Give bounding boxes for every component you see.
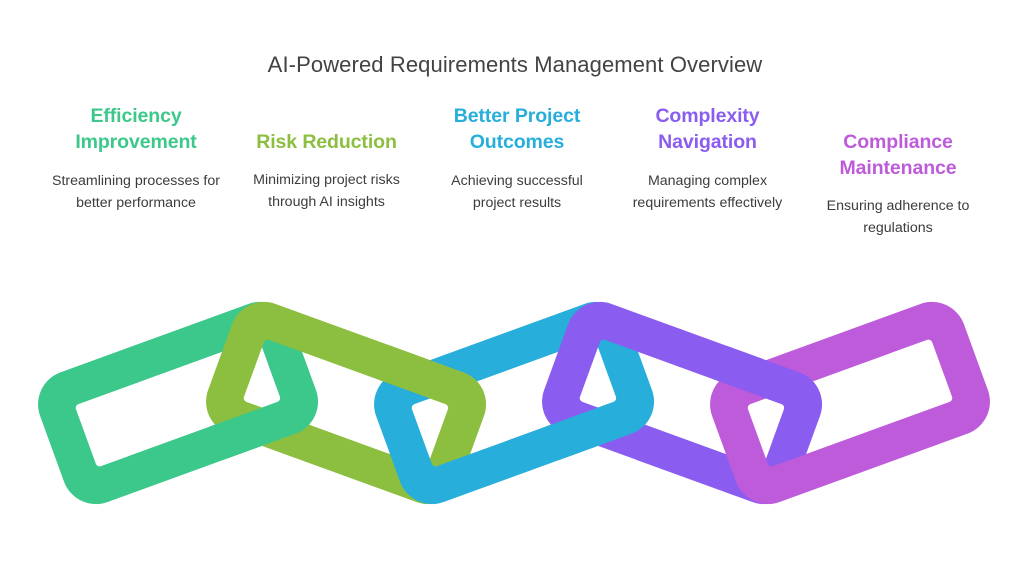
column-description: Ensuring adherence to regulations (826, 197, 970, 237)
column-heading: Better Project Outcomes (453, 105, 581, 153)
infographic-canvas: AI-Powered Requirements Management Overv… (0, 0, 1030, 582)
column-description: Minimizing project risks through AI insi… (253, 171, 400, 211)
column-description: Achieving successful project results (451, 172, 583, 212)
column-heading: Efficiency Improvement (75, 105, 197, 153)
feature-column-efficiency-improvement: Efficiency Improvement Streamlining proc… (48, 104, 224, 215)
feature-column-complexity-navigation: Complexity Navigation Managing complex r… (620, 104, 796, 215)
column-heading: Compliance Maintenance (839, 131, 957, 179)
column-description: Managing complex requirements effectivel… (632, 172, 783, 212)
chain-illustration (0, 268, 1030, 538)
page-title: AI-Powered Requirements Management Overv… (267, 52, 763, 77)
column-description: Streamlining processes for better perfor… (52, 172, 220, 212)
feature-column-risk-reduction: Risk Reduction Minimizing project risks … (239, 130, 415, 214)
chain-links-graphic (38, 301, 990, 505)
column-heading: Complexity Navigation (655, 105, 760, 153)
feature-column-compliance-maintenance: Compliance Maintenance Ensuring adherenc… (810, 130, 986, 240)
column-heading: Risk Reduction (256, 131, 397, 153)
feature-columns: Efficiency Improvement Streamlining proc… (48, 100, 986, 240)
feature-column-better-project-outcomes: Better Project Outcomes Achieving succes… (429, 104, 605, 215)
